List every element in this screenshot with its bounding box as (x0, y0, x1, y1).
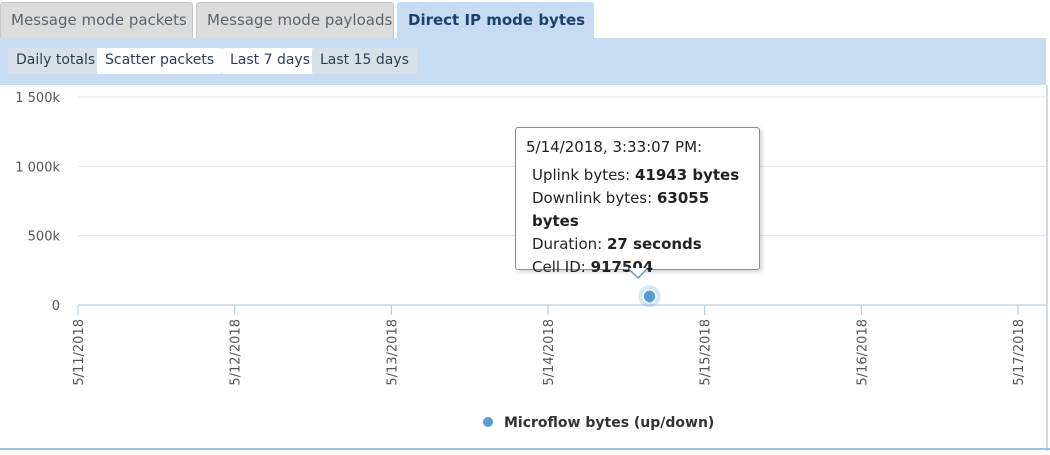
last-7-days-button[interactable]: Last 7 days (222, 48, 319, 74)
y-tick-label: 0 (52, 299, 60, 314)
tab-direct-ip-mode-bytes[interactable]: Direct IP mode bytes (397, 2, 594, 38)
tooltip-label: Duration: (532, 235, 603, 253)
scatter-packets-button[interactable]: Scatter packets (97, 48, 223, 74)
y-tick-label: 1 000k (15, 160, 60, 175)
chart-options-toolbar: Daily totals Scatter packets Last 7 days… (0, 38, 1046, 85)
x-tick-label: 5/12/2018 (229, 319, 244, 386)
legend-label: Microflow bytes (up/down) (504, 415, 714, 431)
tab-message-mode-payloads[interactable]: Message mode payloads (196, 2, 394, 38)
tooltip-label: Uplink bytes: (532, 166, 631, 184)
x-tick-label: 5/17/2018 (1012, 319, 1027, 386)
tooltip-row-duration: Duration: 27 seconds (526, 233, 759, 256)
tab-message-mode-packets[interactable]: Message mode packets (0, 2, 193, 38)
data-point (645, 295, 654, 304)
y-tick-label: 1 500k (15, 91, 60, 106)
chart-frame-bottom (0, 448, 1050, 450)
data-point-tooltip: 5/14/2018, 3:33:07 PM: Uplink bytes: 419… (515, 127, 760, 279)
tooltip-label: Cell ID: (532, 258, 586, 276)
tooltip-label: Downlink bytes: (532, 189, 653, 207)
last-15-days-button[interactable]: Last 15 days (312, 48, 417, 74)
tooltip-value: 27 seconds (606, 235, 702, 253)
x-tick-label: 5/14/2018 (542, 319, 557, 386)
tooltip-row-downlink: Downlink bytes: 63055 bytes (526, 187, 759, 233)
daily-totals-button[interactable]: Daily totals (8, 48, 104, 74)
legend-marker (483, 417, 493, 427)
tab-bar: Message mode packets Message mode payloa… (0, 0, 1050, 38)
tooltip-row-uplink: Uplink bytes: 41943 bytes (526, 164, 759, 187)
tooltip-timestamp: 5/14/2018, 3:33:07 PM: (526, 138, 703, 156)
x-tick-label: 5/15/2018 (699, 319, 714, 386)
x-tick-label: 5/13/2018 (385, 319, 400, 386)
y-tick-label: 500k (28, 230, 61, 245)
tooltip-value: 41943 bytes (634, 166, 740, 184)
chart-frame-right (1046, 85, 1048, 451)
tooltip-arrow-fill (628, 268, 647, 277)
x-tick-label: 5/16/2018 (855, 319, 870, 386)
x-tick-label: 5/11/2018 (72, 319, 87, 386)
